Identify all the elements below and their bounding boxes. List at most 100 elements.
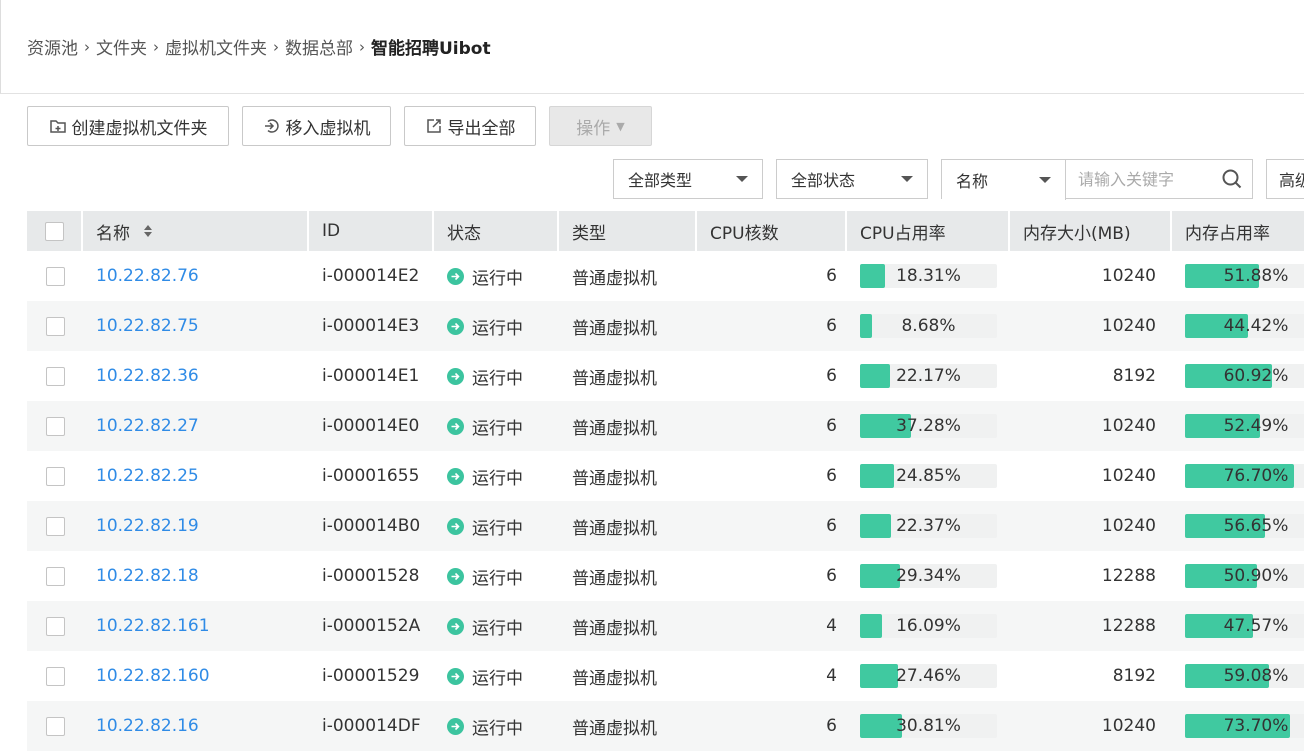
row-checkbox[interactable] (45, 266, 65, 286)
vm-name-link[interactable]: 10.22.82.18 (96, 566, 199, 586)
row-checkbox[interactable] (45, 566, 65, 586)
vm-name-link[interactable]: 10.22.82.27 (96, 416, 199, 436)
vm-name-link[interactable]: 10.22.82.36 (96, 366, 199, 386)
table-row[interactable]: 10.22.82.19 i-000014B0 运行中 普通虚拟机 6 22.37… (27, 501, 1304, 551)
vm-memory-size: 10240 (1101, 516, 1156, 536)
sort-icon[interactable] (144, 225, 152, 237)
export-all-label: 导出全部 (447, 118, 516, 139)
table-row[interactable]: 10.22.82.160 i-00001529 运行中 普通虚拟机 4 27.4… (27, 651, 1304, 701)
vm-status-text: 运行中 (472, 718, 523, 739)
table-row[interactable]: 10.22.82.36 i-000014E1 运行中 普通虚拟机 6 22.17… (27, 351, 1304, 401)
header-type: 类型 (559, 211, 697, 251)
search-input[interactable] (1066, 160, 1212, 198)
row-checkbox[interactable] (45, 666, 65, 686)
table-row[interactable]: 10.22.82.161 i-0000152A 运行中 普通虚拟机 4 16.0… (27, 601, 1304, 651)
row-select-cell (27, 701, 83, 751)
vm-status-cell: 运行中 (434, 351, 559, 401)
memory-usage-text: 59.08% (1223, 666, 1289, 686)
cpu-usage-bar: 18.31% (860, 264, 997, 288)
vm-name-link[interactable]: 10.22.82.16 (96, 716, 199, 736)
vm-memory-usage-cell: 52.49% (1172, 401, 1304, 451)
cpu-usage-bar: 8.68% (860, 314, 997, 338)
memory-usage-bar: 50.90% (1185, 564, 1304, 588)
vm-type: 普通虚拟机 (572, 568, 657, 589)
running-arrow-icon (447, 717, 464, 735)
vm-cpu-cores: 6 (826, 716, 837, 736)
breadcrumb-separator: › (359, 37, 365, 56)
vm-name-link[interactable]: 10.22.82.76 (96, 266, 199, 286)
status-filter-value: 全部状态 (791, 171, 856, 190)
breadcrumb-item-folder[interactable]: 文件夹 (96, 34, 147, 59)
vm-status-text: 运行中 (472, 268, 523, 289)
memory-usage-text: 51.88% (1223, 266, 1289, 286)
table-row[interactable]: 10.22.82.16 i-000014DF 运行中 普通虚拟机 6 30.81… (27, 701, 1304, 751)
toolbar: 创建虚拟机文件夹 移入虚拟机 导出全部 操作 ▼ (27, 106, 665, 146)
row-checkbox[interactable] (45, 366, 65, 386)
vm-name-link[interactable]: 10.22.82.25 (96, 466, 199, 486)
search-button[interactable] (1212, 160, 1252, 198)
memory-usage-bar: 47.57% (1185, 614, 1304, 638)
running-arrow-icon (447, 417, 464, 435)
vm-id: i-0000152A (322, 616, 421, 636)
memory-usage-bar: 59.08% (1185, 664, 1304, 688)
vm-name-link[interactable]: 10.22.82.160 (96, 666, 210, 686)
vm-name-cell: 10.22.82.25 (83, 451, 309, 501)
vm-id: i-000014E2 (322, 266, 420, 286)
select-all-checkbox[interactable] (44, 221, 64, 241)
status-filter-select[interactable]: 全部状态 (776, 159, 928, 199)
table-row[interactable]: 10.22.82.76 i-000014E2 运行中 普通虚拟机 6 18.31… (27, 251, 1304, 301)
row-checkbox[interactable] (45, 716, 65, 736)
row-select-cell (27, 451, 83, 501)
chevron-down-icon (1039, 177, 1051, 183)
type-filter-select[interactable]: 全部类型 (613, 159, 763, 199)
row-checkbox[interactable] (45, 416, 65, 436)
vm-name-link[interactable]: 10.22.82.75 (96, 316, 199, 336)
cpu-usage-fill (860, 464, 895, 488)
operations-dropdown-button[interactable]: 操作 ▼ (549, 106, 652, 146)
row-checkbox[interactable] (45, 516, 65, 536)
table-row[interactable]: 10.22.82.27 i-000014E0 运行中 普通虚拟机 6 37.28… (27, 401, 1304, 451)
breadcrumb-item-data-hq[interactable]: 数据总部 (285, 34, 353, 59)
export-all-button[interactable]: 导出全部 (404, 106, 536, 146)
search-field-select[interactable]: 名称 (942, 160, 1066, 200)
vm-cpu-cores: 6 (826, 466, 837, 486)
vm-type: 普通虚拟机 (572, 618, 657, 639)
create-vm-folder-button[interactable]: 创建虚拟机文件夹 (27, 106, 229, 146)
vm-status-text: 运行中 (472, 318, 523, 339)
table-row[interactable]: 10.22.82.18 i-00001528 运行中 普通虚拟机 6 29.34… (27, 551, 1304, 601)
cpu-usage-bar: 29.34% (860, 564, 997, 588)
move-in-vm-button[interactable]: 移入虚拟机 (242, 106, 391, 146)
cpu-usage-bar: 27.46% (860, 664, 997, 688)
vm-cpu-usage-cell: 29.34% (847, 551, 1010, 601)
vm-name-cell: 10.22.82.18 (83, 551, 309, 601)
running-arrow-icon (447, 267, 464, 285)
table-row[interactable]: 10.22.82.75 i-000014E3 运行中 普通虚拟机 6 8.68%… (27, 301, 1304, 351)
breadcrumb: 资源池 › 文件夹 › 虚拟机文件夹 › 数据总部 › 智能招聘Uibot (0, 0, 1304, 94)
vm-memory-size: 8192 (1112, 366, 1156, 386)
table-header: 名称 ID 状态 类型 CPU核数 CPU占用率 内存大小(MB) 内存占用率 (27, 211, 1304, 251)
vm-status-text: 运行中 (472, 618, 523, 639)
vm-name-link[interactable]: 10.22.82.161 (96, 616, 210, 636)
header-status: 状态 (434, 211, 559, 251)
vm-status-text: 运行中 (472, 418, 523, 439)
chevron-down-icon (736, 176, 748, 182)
row-select-cell (27, 351, 83, 401)
row-checkbox[interactable] (45, 466, 65, 486)
create-vm-folder-label: 创建虚拟机文件夹 (71, 118, 208, 139)
vm-id: i-00001655 (322, 466, 420, 486)
advanced-search-button[interactable]: 高级 (1266, 159, 1304, 199)
row-checkbox[interactable] (45, 616, 65, 636)
vm-type: 普通虚拟机 (572, 468, 657, 489)
vm-status-text: 运行中 (472, 668, 523, 689)
header-name[interactable]: 名称 (83, 211, 309, 251)
vm-name-link[interactable]: 10.22.82.19 (96, 516, 199, 536)
cpu-usage-bar: 37.28% (860, 414, 997, 438)
vm-memory-usage-cell: 60.92% (1172, 351, 1304, 401)
row-checkbox[interactable] (45, 316, 65, 336)
breadcrumb-item-vm-folder[interactable]: 虚拟机文件夹 (165, 34, 267, 59)
vm-memory-size: 8192 (1112, 666, 1156, 686)
folder-add-icon (49, 120, 66, 133)
table-row[interactable]: 10.22.82.25 i-00001655 运行中 普通虚拟机 6 24.85… (27, 451, 1304, 501)
breadcrumb-item-resource-pool[interactable]: 资源池 (27, 34, 78, 59)
vm-type: 普通虚拟机 (572, 518, 657, 539)
